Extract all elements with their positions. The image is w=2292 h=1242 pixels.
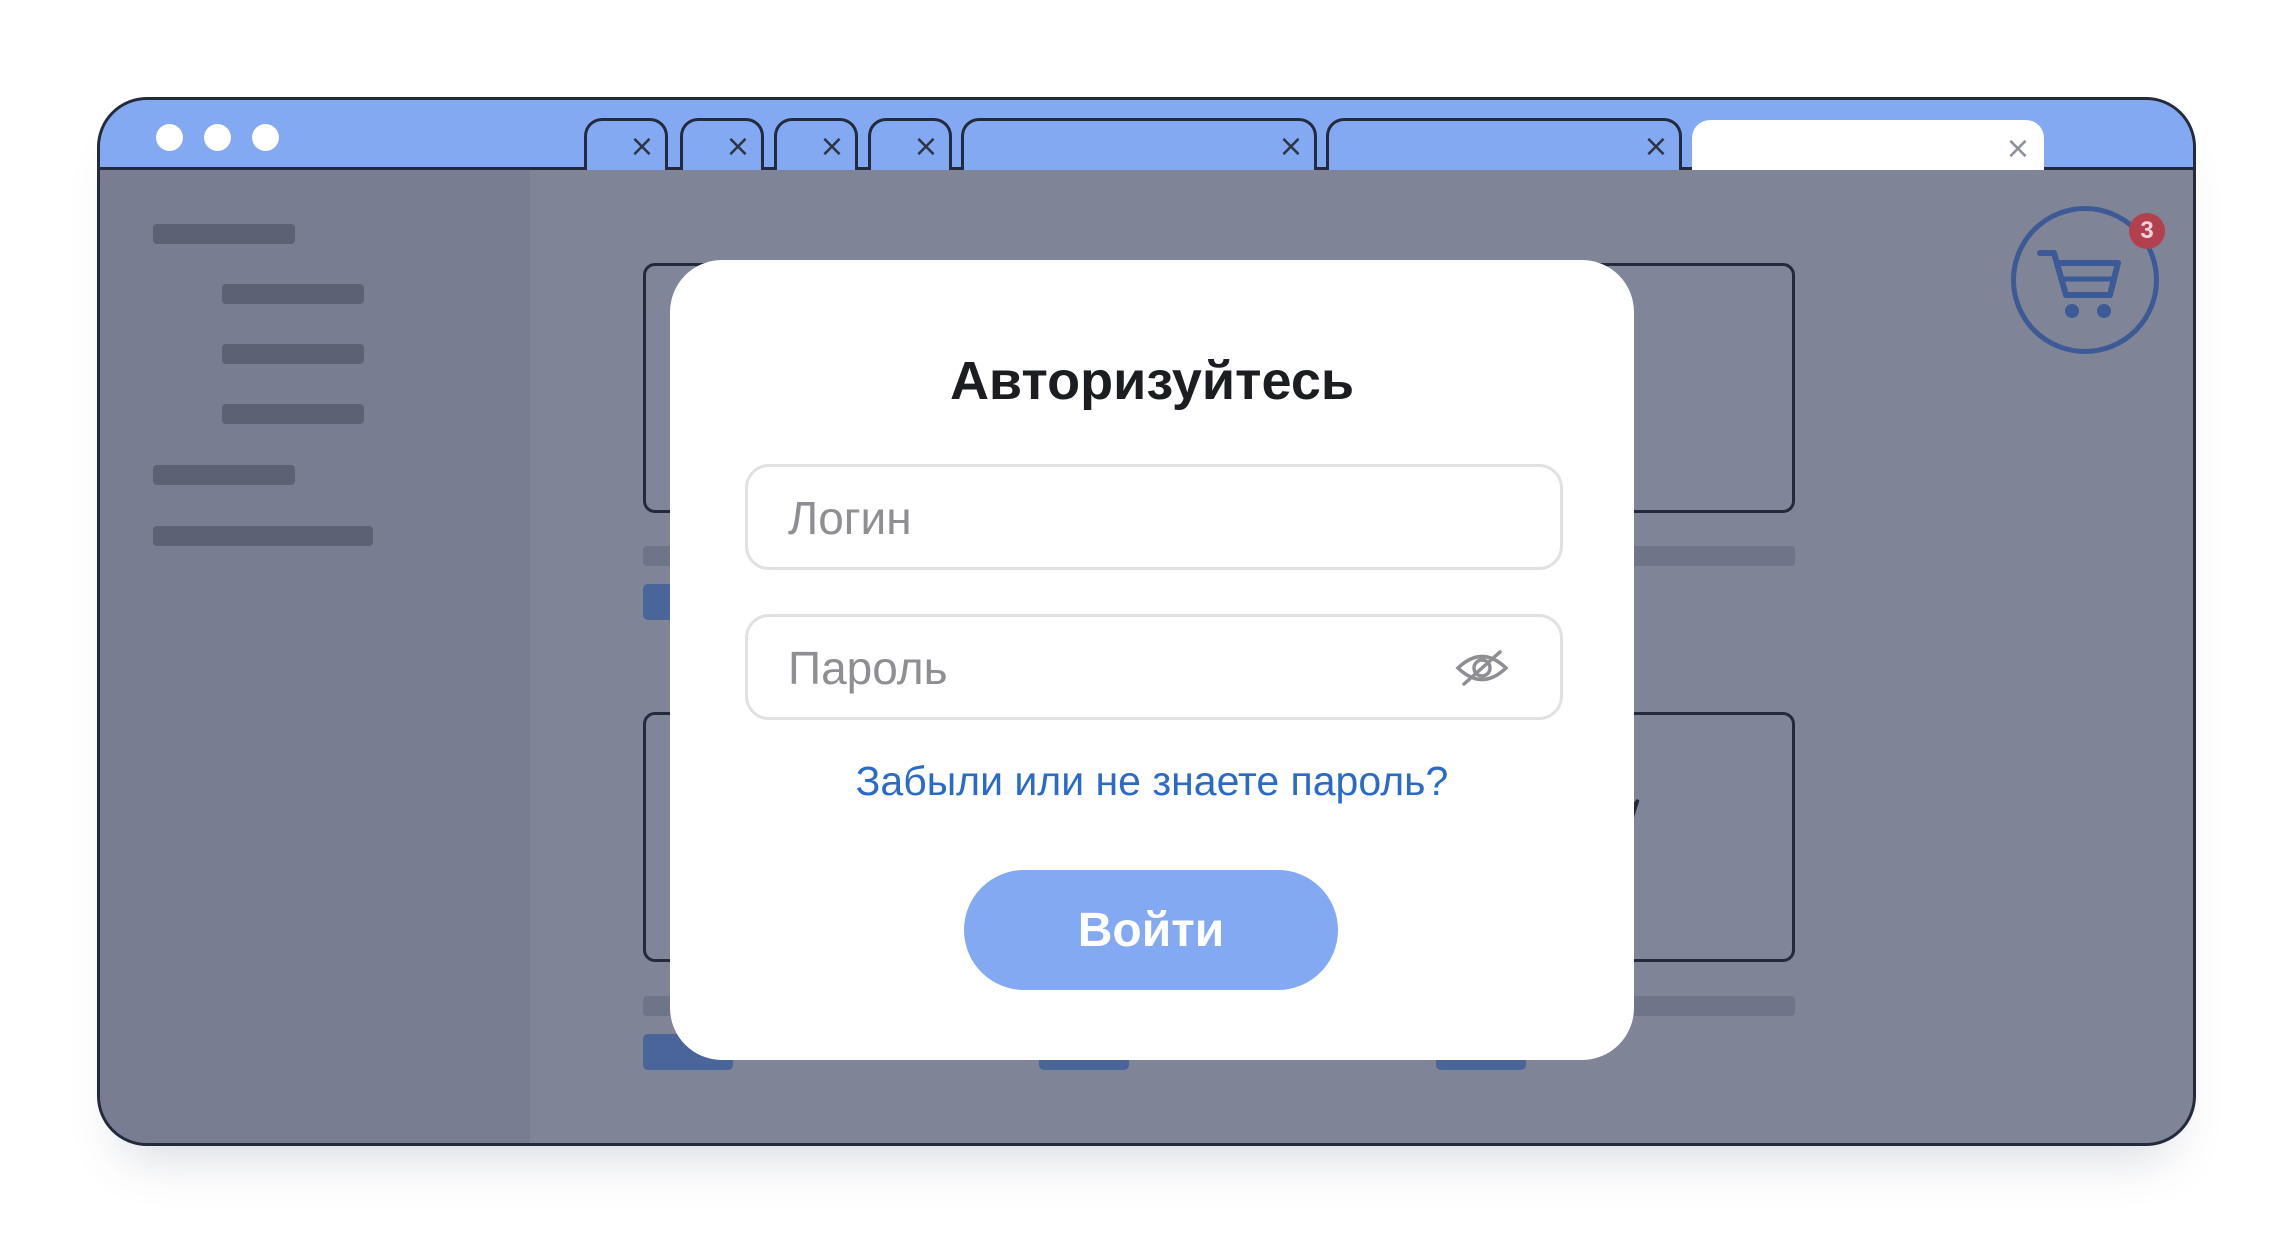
close-icon[interactable]: × <box>819 132 845 162</box>
close-icon[interactable]: × <box>1643 132 1669 162</box>
close-icon[interactable]: × <box>725 132 751 162</box>
password-input[interactable] <box>786 633 1450 703</box>
sidebar-item[interactable] <box>222 404 364 424</box>
browser-tab[interactable]: × <box>961 118 1317 170</box>
login-field[interactable] <box>745 464 1563 570</box>
modal-title: Авторизуйтесь <box>949 351 1355 411</box>
window-control-dot[interactable] <box>204 124 231 151</box>
login-modal: Авторизуйтесь Забыли или не знаете парол… <box>670 260 1634 1060</box>
window-control-dot[interactable] <box>252 124 279 151</box>
browser-tab[interactable]: × <box>1326 118 1682 170</box>
login-button[interactable]: Войти <box>964 870 1338 990</box>
eye-hidden-icon[interactable] <box>1454 647 1510 689</box>
close-icon[interactable]: × <box>1278 132 1304 162</box>
login-input[interactable] <box>786 483 1450 553</box>
browser-tab-active[interactable]: × <box>1692 120 2044 170</box>
close-icon[interactable]: × <box>2005 134 2031 164</box>
browser-window: × × × × × × × 3 Авторизуйтесь Логин Забы… <box>97 97 2196 1146</box>
close-icon[interactable]: × <box>913 132 939 162</box>
sidebar-item[interactable] <box>222 344 364 364</box>
browser-tab[interactable]: × <box>680 118 764 170</box>
sidebar-item[interactable] <box>153 526 373 546</box>
browser-tab[interactable]: × <box>868 118 952 170</box>
sidebar-item[interactable] <box>153 465 295 485</box>
browser-tab[interactable]: × <box>774 118 858 170</box>
browser-titlebar: × × × × × × × <box>100 100 2193 170</box>
sidebar <box>100 170 530 1143</box>
cart-count-badge: 3 <box>2129 213 2165 249</box>
sidebar-item[interactable] <box>153 224 295 244</box>
window-control-dot[interactable] <box>156 124 183 151</box>
forgot-password-link[interactable]: Забыли или не знаете пароль? <box>670 758 1634 805</box>
browser-tab[interactable]: × <box>584 118 668 170</box>
close-icon[interactable]: × <box>629 132 655 162</box>
password-field[interactable] <box>745 614 1563 720</box>
sidebar-item[interactable] <box>222 284 364 304</box>
